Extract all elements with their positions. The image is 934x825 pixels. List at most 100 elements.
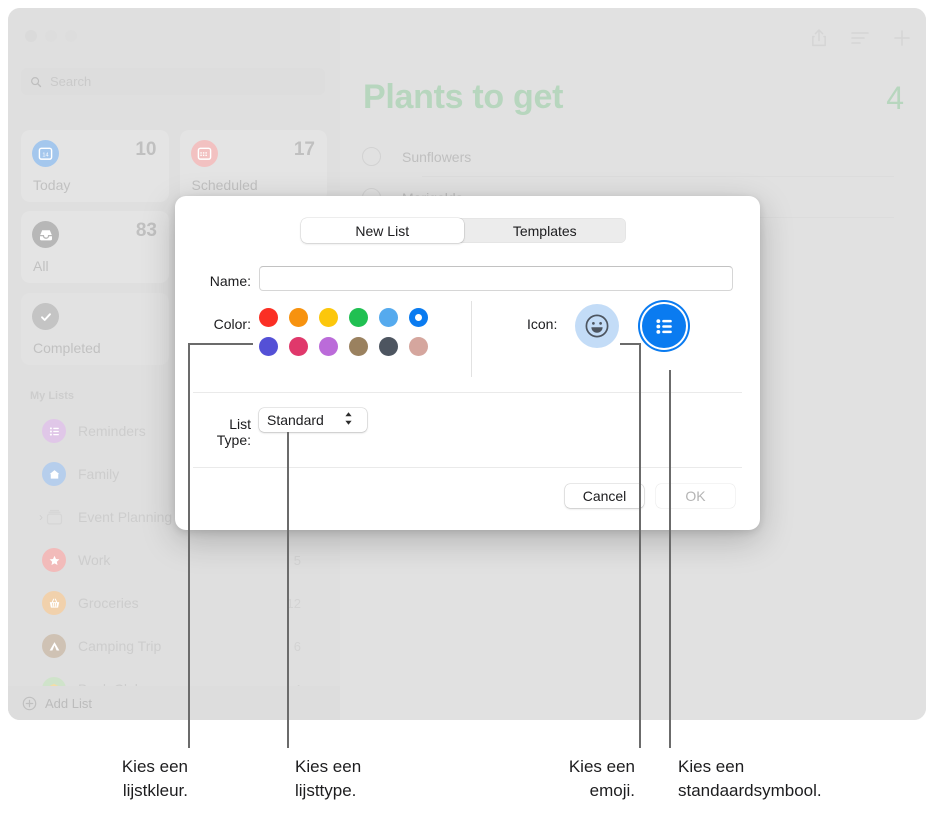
dialog-divider <box>193 392 742 393</box>
color-swatch-yellow[interactable] <box>319 308 338 327</box>
sidebar-item-camping-trip[interactable]: Camping Trip 6 <box>21 627 327 665</box>
reminder-checkbox[interactable] <box>362 147 381 166</box>
caption-line-1: Kies een <box>295 757 362 776</box>
sidebar-item-label: Camping Trip <box>78 638 162 654</box>
window-traffic-lights[interactable] <box>25 30 77 42</box>
caption-line-2: lijstkleur. <box>122 781 188 801</box>
smart-card-count: 83 <box>135 220 157 241</box>
color-swatch-orange[interactable] <box>289 308 308 327</box>
sidebar-item-work[interactable]: Work 5 <box>21 541 327 579</box>
star-icon <box>42 548 66 572</box>
reminder-title: Sunflowers <box>402 148 472 165</box>
icon-label: Icon: <box>527 316 558 332</box>
color-swatch-green[interactable] <box>349 308 368 327</box>
list-type-label: List Type: <box>216 416 251 448</box>
list-bullet-symbol-icon[interactable] <box>642 304 686 348</box>
callout-caption-color: Kies een lijstkleur. <box>68 755 188 803</box>
inbox-all-icon <box>32 221 59 248</box>
add-reminder-icon[interactable] <box>892 28 912 48</box>
sidebar-item-count: 6 <box>293 638 301 654</box>
zoom-button[interactable] <box>65 30 77 42</box>
sidebar-item-label: Work <box>78 552 111 568</box>
tent-icon <box>42 634 66 658</box>
calendar-today-icon: 14 <box>32 140 59 167</box>
callout-caption-emoji: Kies een emoji. <box>500 755 635 803</box>
chevron-up-down-icon <box>344 411 353 430</box>
minimize-button[interactable] <box>45 30 57 42</box>
caption-line-1: Kies een <box>678 757 745 776</box>
callout-caption-symbol: Kies een standaardsymbool. <box>678 755 928 803</box>
add-list-label: Add List <box>45 695 92 711</box>
color-swatch-indigo[interactable] <box>259 337 278 356</box>
new-list-dialog: New List Templates Name: Color: Icon: Li… <box>175 196 760 530</box>
tab-new-list[interactable]: New List <box>301 218 464 243</box>
check-circle-icon <box>32 303 59 330</box>
color-swatch-graphite[interactable] <box>379 337 398 356</box>
color-swatch-pink[interactable] <box>289 337 308 356</box>
search-icon <box>31 76 42 87</box>
name-input[interactable] <box>259 266 733 291</box>
smart-card-today[interactable]: 14 10 Today <box>21 130 169 202</box>
smart-card-scheduled[interactable]: 17 Scheduled <box>179 130 327 202</box>
smart-card-all[interactable]: 83 All <box>21 211 169 283</box>
caption-line-1: Kies een <box>121 757 188 776</box>
section-divider <box>471 301 472 377</box>
close-button[interactable] <box>25 30 37 42</box>
cancel-button[interactable]: Cancel <box>565 484 644 508</box>
callout-caption-listtype: Kies een lijsttype. <box>295 755 425 803</box>
dialog-tab-bar: New List Templates <box>301 218 626 243</box>
sidebar-item-label: Reminders <box>78 423 146 439</box>
house-icon <box>42 462 66 486</box>
smart-card-label: All <box>33 258 49 274</box>
list-type-select[interactable]: Standard <box>259 408 367 432</box>
smart-card-label: Today <box>33 177 71 193</box>
smart-card-label: Scheduled <box>191 177 258 193</box>
color-swatch-grid <box>259 308 429 366</box>
my-lists-header: My Lists <box>30 390 75 402</box>
tab-templates[interactable]: Templates <box>464 218 627 243</box>
sidebar-item-label: Groceries <box>78 595 139 611</box>
color-swatch-row <box>259 337 429 356</box>
caption-line-1: Kies een <box>568 757 635 776</box>
color-swatch-blue[interactable] <box>409 308 428 327</box>
screenshot-root: Search 14 10 Today 17 Scheduled 83 All C… <box>0 0 934 825</box>
sidebar-item-label: Family <box>78 466 120 482</box>
smart-card-completed[interactable]: Completed <box>21 293 169 365</box>
plus-circle-icon <box>22 696 37 710</box>
list-bullet-icon <box>42 419 66 443</box>
name-field-label: Name: <box>209 273 251 289</box>
smart-card-count: 17 <box>293 139 315 160</box>
chevron-right-icon[interactable]: › <box>39 510 43 524</box>
list-type-value: Standard <box>267 412 324 428</box>
ok-button[interactable]: OK <box>656 484 735 508</box>
add-list-button[interactable]: Add List <box>8 686 340 720</box>
color-swatch-rose[interactable] <box>409 337 428 356</box>
page-title-count: 4 <box>886 80 904 116</box>
detail-toolbar <box>810 28 912 48</box>
search-input[interactable]: Search <box>21 68 325 95</box>
svg-text:14: 14 <box>42 153 48 159</box>
color-swatch-brown[interactable] <box>349 337 368 356</box>
share-icon[interactable] <box>810 28 828 48</box>
smart-card-count: 10 <box>135 139 157 160</box>
sidebar-item-groceries[interactable]: Groceries 12 <box>21 584 327 622</box>
list-options-icon[interactable] <box>850 30 870 46</box>
folder-group-icon <box>42 505 66 529</box>
reminder-row[interactable]: Sunflowers <box>362 136 910 177</box>
basket-icon <box>42 591 66 615</box>
sidebar-item-count: 12 <box>286 595 301 611</box>
color-swatch-lightblue[interactable] <box>379 308 398 327</box>
icon-picker <box>575 304 686 348</box>
emoji-smiley-icon[interactable] <box>575 304 619 348</box>
smart-lists-row: 14 10 Today 17 Scheduled <box>21 130 327 202</box>
page-title: Plants to get <box>363 78 564 116</box>
color-swatch-row <box>259 308 429 327</box>
caption-line-2: lijsttype. <box>295 781 357 801</box>
color-label: Color: <box>213 316 251 332</box>
dialog-divider <box>193 467 742 468</box>
search-placeholder: Search <box>50 74 92 89</box>
caption-line-2: standaardsymbool. <box>678 781 822 801</box>
calendar-scheduled-icon <box>190 140 218 167</box>
color-swatch-purple[interactable] <box>319 337 338 356</box>
color-swatch-red[interactable] <box>259 308 278 327</box>
